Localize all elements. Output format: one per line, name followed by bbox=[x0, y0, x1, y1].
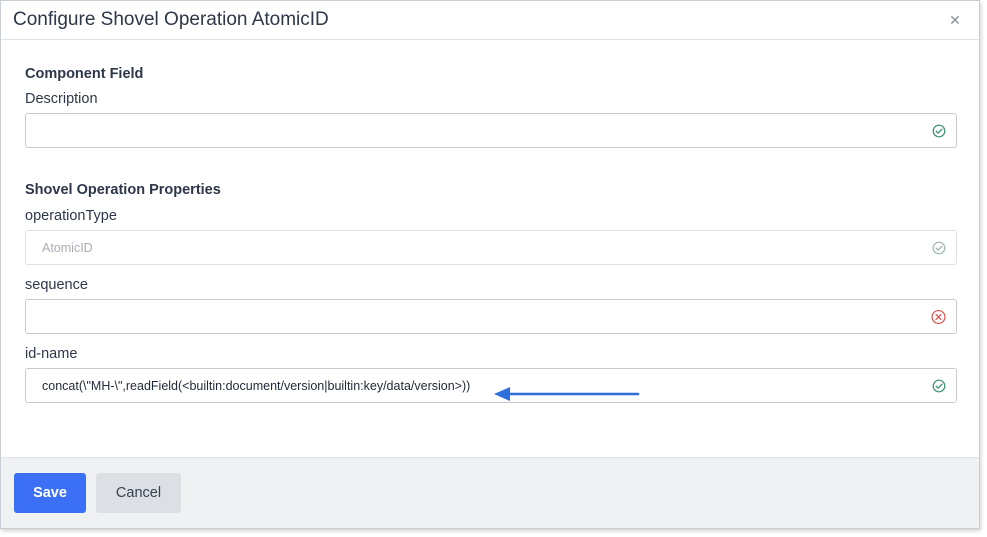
description-input[interactable] bbox=[25, 113, 957, 148]
section-title-shovel-properties: Shovel Operation Properties bbox=[25, 182, 221, 198]
section-title-component-field: Component Field bbox=[25, 66, 144, 82]
configure-dialog: Configure Shovel Operation AtomicID ✕ Co… bbox=[0, 0, 980, 529]
save-button[interactable]: Save bbox=[14, 473, 86, 513]
sequence-input[interactable] bbox=[25, 299, 957, 334]
check-circle-icon bbox=[932, 241, 946, 254]
id-name-input[interactable]: concat(\"MH-\",readField(<builtin:docume… bbox=[25, 368, 957, 403]
check-circle-icon bbox=[932, 379, 946, 392]
dialog-title: Configure Shovel Operation AtomicID bbox=[13, 9, 329, 30]
dialog-footer: Save Cancel bbox=[1, 457, 979, 528]
dialog-body: Component Field Description Shovel Opera… bbox=[1, 40, 979, 457]
dialog-header: Configure Shovel Operation AtomicID ✕ bbox=[1, 1, 979, 40]
operation-type-label: operationType bbox=[25, 208, 117, 224]
description-label: Description bbox=[25, 91, 98, 107]
operation-type-value: AtomicID bbox=[42, 240, 93, 255]
close-icon[interactable]: ✕ bbox=[945, 10, 965, 30]
sequence-label: sequence bbox=[25, 277, 88, 293]
x-circle-icon bbox=[931, 309, 946, 324]
check-circle-icon bbox=[932, 124, 946, 137]
id-name-label: id-name bbox=[25, 346, 78, 362]
cancel-button[interactable]: Cancel bbox=[96, 473, 181, 513]
id-name-value: concat(\"MH-\",readField(<builtin:docume… bbox=[42, 378, 471, 393]
annotation-arrow-icon bbox=[494, 387, 640, 401]
operation-type-input: AtomicID bbox=[25, 230, 957, 265]
